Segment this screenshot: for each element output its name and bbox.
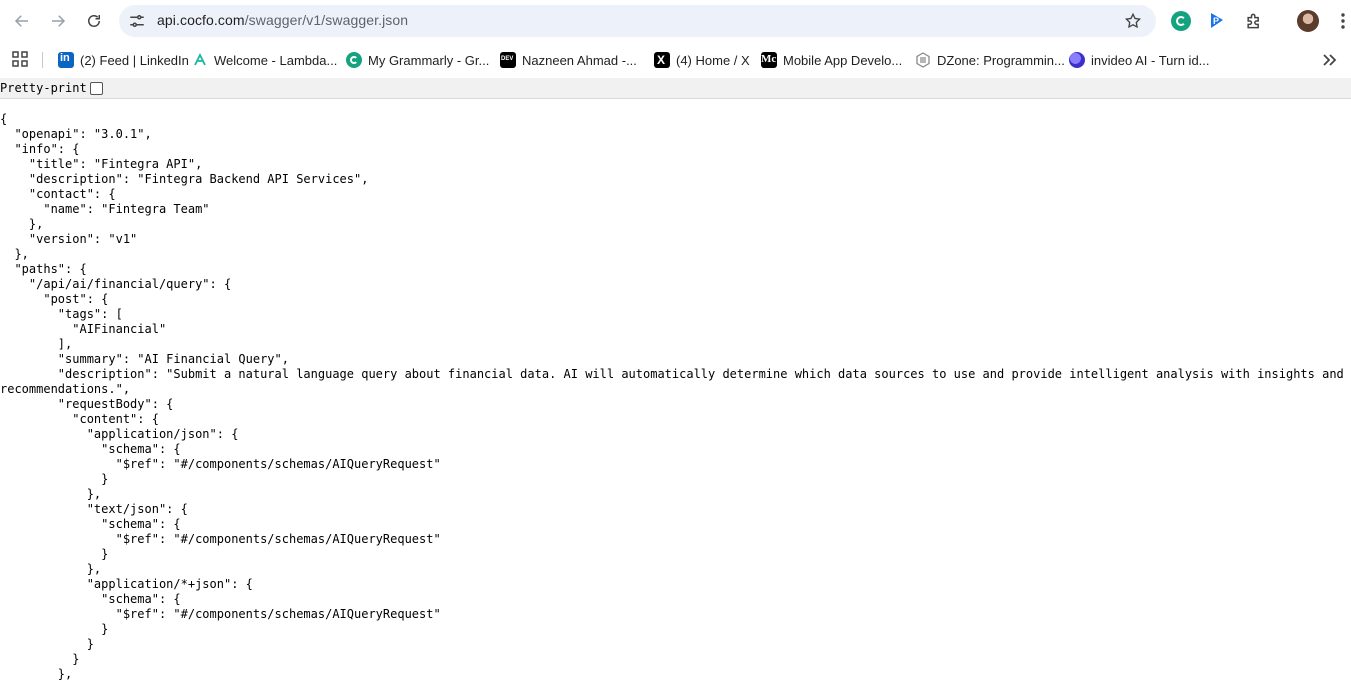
json-line: "paths": { [0,262,87,276]
json-line: "info": { [0,142,80,156]
bookmark-label: DZone: Programmin... [937,52,1065,68]
json-line: "contact": { [0,187,116,201]
grammarly-extension-icon[interactable] [1171,11,1191,31]
grammarly-icon [346,52,362,68]
json-line: "requestBody": { [0,397,174,411]
json-line: } [0,472,109,486]
json-line: }, [0,562,102,576]
json-line: ], [0,337,73,351]
json-content: { "openapi": "3.0.1", "info": { "title":… [0,112,1351,685]
chevron-double-right-icon[interactable] [1320,51,1338,69]
json-line: "application/json": { [0,427,239,441]
p-extension-icon[interactable]: P [1207,11,1227,31]
json-line: "$ref": "#/components/schemas/AIQueryReq… [0,532,441,546]
forward-icon [52,15,66,27]
bookmark-label: My Grammarly - Gr... [368,52,490,68]
pretty-print-checkbox[interactable] [90,82,103,95]
bookmarks-bar: (2) Feed | LinkedIn Welcome - Lambda... … [0,42,1351,78]
json-line: "$ref": "#/components/schemas/AIQueryReq… [0,457,441,471]
bookmark-label: Nazneen Ahmad -... [522,52,637,68]
json-line: "description": "Fintegra Backend API Ser… [0,172,369,186]
invideo-icon [1069,52,1085,68]
json-line: "name": "Fintegra Team" [0,202,210,216]
bookmark-label: (2) Feed | LinkedIn [80,52,189,68]
json-line: }, [0,247,29,261]
bookmark-label: (4) Home / X [676,52,750,68]
bookmark-grammarly[interactable]: My Grammarly - Gr... [346,50,489,70]
pretty-print-bar: Pretty-print [0,78,1351,99]
json-line: "text/json": { [0,502,188,516]
profile-avatar[interactable] [1297,10,1319,32]
apps-grid-icon[interactable] [12,51,28,67]
json-line: "description": "Submit a natural languag… [0,367,1344,381]
lambdatest-icon [194,52,206,66]
bookmark-x[interactable]: (4) Home / X [654,50,750,70]
json-line: "schema": { [0,442,181,456]
json-line: } [0,622,109,636]
json-line: "summary": "AI Financial Query", [0,352,289,366]
svg-text:P: P [1213,16,1219,26]
dev-icon [500,52,516,68]
pretty-print-label: Pretty-print [0,81,87,95]
json-line: }, [0,667,73,681]
bookmark-linkedin[interactable]: (2) Feed | LinkedIn [58,50,189,70]
json-line: "schema": { [0,517,181,531]
json-line: "application/*+json": { [0,577,253,591]
json-line: }, [0,487,102,501]
json-line: } [0,547,109,561]
reload-button[interactable] [79,6,109,36]
json-line: "$ref": "#/components/schemas/AIQueryReq… [0,607,441,621]
json-line: "tags": [ [0,307,123,321]
json-line: } [0,652,80,666]
more-menu-icon[interactable] [1335,12,1351,30]
url-text[interactable]: api.cocfo.com/swagger/v1/swagger.json [157,12,408,28]
bookmark-invideo[interactable]: invideo AI - Turn id... [1069,50,1210,70]
bookmark-mobile-app[interactable]: Mobile App Develo... [761,50,902,70]
bookmark-label: invideo AI - Turn id... [1091,52,1210,68]
json-line: "content": { [0,412,159,426]
json-line: "AIFinancial" [0,322,167,336]
bookmark-lambdatest[interactable]: Welcome - Lambda... [192,50,337,70]
json-line: recommendations.", [0,382,131,396]
json-line: } [0,637,94,651]
json-line: "version": "v1" [0,232,138,246]
bookmarks-separator [42,52,43,68]
json-line: "schema": { [0,592,181,606]
url-path: /swagger/v1/swagger.json [244,12,409,28]
site-settings-icon[interactable] [128,12,146,30]
forward-button[interactable] [43,6,73,36]
json-line: }, [0,217,44,231]
bookmark-dev[interactable]: Nazneen Ahmad -... [500,50,637,70]
back-button[interactable] [7,6,37,36]
address-bar[interactable]: api.cocfo.com/swagger/v1/swagger.json [119,5,1156,37]
extensions-puzzle-icon[interactable] [1244,11,1264,31]
mc-icon [761,52,777,68]
json-line: "/api/ai/financial/query": { [0,277,232,291]
bookmark-label: Welcome - Lambda... [214,52,338,68]
json-line: "title": "Fintegra API", [0,157,203,171]
bookmark-star-icon[interactable] [1124,12,1142,30]
reload-icon [88,15,100,27]
linkedin-icon [58,52,74,68]
json-line: "post": { [0,292,109,306]
bookmark-dzone[interactable]: DZone: Programmin... [915,50,1065,70]
bookmark-label: Mobile App Develo... [783,52,903,68]
browser-toolbar: api.cocfo.com/swagger/v1/swagger.json P [0,0,1351,42]
x-icon [654,52,670,68]
json-line: "openapi": "3.0.1", [0,127,152,141]
dzone-icon [916,52,930,68]
url-host: api.cocfo.com [157,12,245,28]
json-line: { [0,112,8,126]
back-icon [14,15,28,27]
